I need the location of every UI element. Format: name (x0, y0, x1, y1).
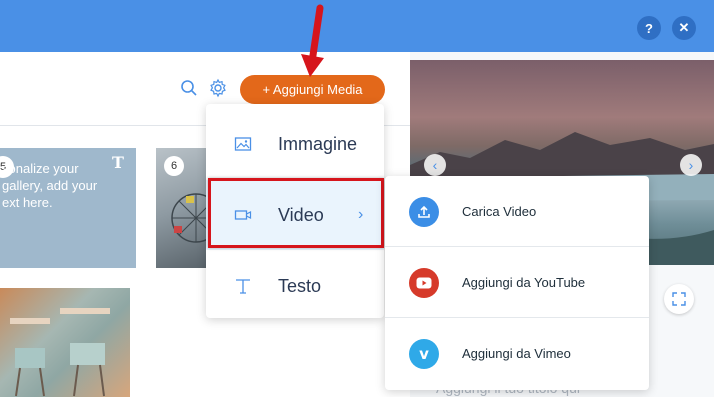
submenu-item-label: Carica Video (462, 204, 537, 219)
submenu-item-upload-video[interactable]: Carica Video (385, 176, 649, 247)
menu-item-image[interactable]: Immagine (206, 109, 384, 179)
menu-item-label: Immagine (278, 133, 358, 154)
vimeo-icon: v (409, 339, 439, 369)
image-icon (234, 137, 252, 151)
gallery-item-text[interactable]: 5 sonalize your gallery, add your ext he… (0, 148, 136, 268)
gallery-item-photo[interactable] (0, 288, 130, 397)
gallery-item-photo[interactable]: 6 (156, 148, 210, 268)
gear-icon[interactable] (208, 78, 228, 98)
youtube-icon (409, 268, 439, 298)
video-submenu: Carica Video Aggiungi da YouTube v Aggiu… (385, 176, 649, 390)
gallery-item-caption: sonalize your gallery, add your ext here… (2, 161, 98, 210)
help-button[interactable]: ? (637, 16, 661, 40)
text-icon: T (112, 153, 124, 172)
submenu-item-label: Aggiungi da Vimeo (462, 346, 571, 361)
fullscreen-button[interactable] (664, 284, 694, 314)
submenu-item-label: Aggiungi da YouTube (462, 275, 586, 290)
next-arrow[interactable]: › (680, 154, 702, 176)
upload-icon (409, 197, 439, 227)
menu-item-text[interactable]: Testo (206, 251, 384, 321)
item-number-badge: 6 (164, 156, 184, 176)
text-icon (236, 279, 250, 294)
cafe-chairs-image (10, 308, 110, 397)
red-annotation-arrow (301, 4, 324, 77)
submenu-item-youtube[interactable]: Aggiungi da YouTube (385, 247, 649, 318)
close-button[interactable]: ✕ (672, 16, 696, 40)
previous-arrow[interactable]: ‹ (424, 154, 446, 176)
top-bar: ? ✕ (0, 0, 714, 52)
menu-item-label: Testo (278, 275, 322, 296)
expand-icon (672, 292, 686, 306)
submenu-item-vimeo[interactable]: v Aggiungi da Vimeo (385, 318, 649, 389)
video-highlight-box (208, 178, 384, 248)
search-icon[interactable] (180, 79, 198, 97)
